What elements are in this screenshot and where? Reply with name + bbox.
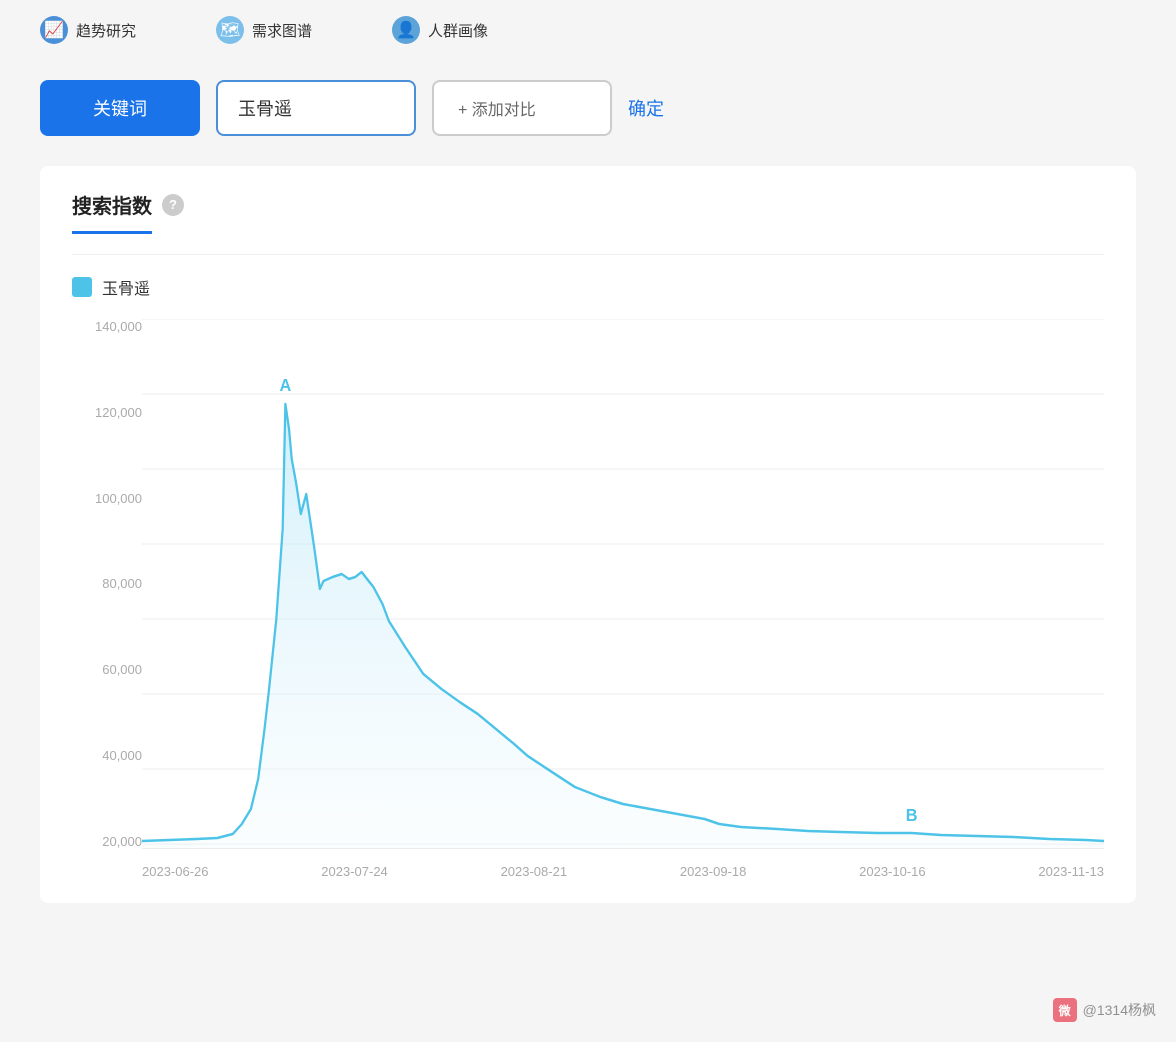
search-input-value: 玉骨遥 xyxy=(238,95,292,121)
x-label-3: 2023-09-18 xyxy=(680,864,747,879)
y-axis: 140,000 120,000 100,000 80,000 60,000 40… xyxy=(72,319,142,849)
demand-icon: 🗺 xyxy=(216,16,244,44)
x-label-1: 2023-07-24 xyxy=(321,864,388,879)
y-label-80k: 80,000 xyxy=(72,576,142,591)
y-label-120k: 120,000 xyxy=(72,405,142,420)
nav-label-trend: 趋势研究 xyxy=(76,20,136,41)
y-label-60k: 60,000 xyxy=(72,662,142,677)
chart-point-b: B xyxy=(906,804,918,825)
watermark: 微 @1314杨枫 xyxy=(1053,998,1156,1022)
top-nav: 📈 趋势研究 🗺 需求图谱 👤 人群画像 xyxy=(0,0,1176,60)
y-label-140k: 140,000 xyxy=(72,319,142,334)
section-title-text: 搜索指数 xyxy=(72,190,152,219)
nav-label-portrait: 人群画像 xyxy=(428,20,488,41)
chart-point-a: A xyxy=(279,374,291,395)
nav-item-trend[interactable]: 📈 趋势研究 xyxy=(40,16,136,44)
keyword-button[interactable]: 关键词 xyxy=(40,80,200,136)
chart-container: 140,000 120,000 100,000 80,000 60,000 40… xyxy=(72,319,1104,879)
confirm-button[interactable]: 确定 xyxy=(628,95,664,121)
legend-color-swatch xyxy=(72,277,92,297)
y-label-100k: 100,000 xyxy=(72,491,142,506)
title-underline xyxy=(72,231,152,234)
portrait-icon: 👤 xyxy=(392,16,420,44)
add-compare-label: + 添加对比 xyxy=(458,96,536,120)
nav-item-demand[interactable]: 🗺 需求图谱 xyxy=(216,16,312,44)
nav-item-portrait[interactable]: 👤 人群画像 xyxy=(392,16,488,44)
weibo-icon: 微 xyxy=(1053,998,1077,1022)
trend-icon: 📈 xyxy=(40,16,68,44)
help-icon[interactable]: ? xyxy=(162,194,184,216)
y-label-20k: 20,000 xyxy=(72,834,142,849)
chart-svg: A B xyxy=(142,319,1104,849)
nav-label-demand: 需求图谱 xyxy=(252,20,312,41)
add-compare-button[interactable]: + 添加对比 xyxy=(432,80,612,136)
x-axis: 2023-06-26 2023-07-24 2023-08-21 2023-09… xyxy=(142,864,1104,879)
chart-legend: 玉骨遥 xyxy=(72,275,1104,299)
main-card: 搜索指数 ? 玉骨遥 140,000 120,000 100,000 80,00… xyxy=(40,166,1136,903)
x-label-0: 2023-06-26 xyxy=(142,864,209,879)
section-divider xyxy=(72,254,1104,255)
x-label-2: 2023-08-21 xyxy=(501,864,568,879)
search-bar: 关键词 玉骨遥 + 添加对比 确定 xyxy=(0,60,1176,156)
section-title: 搜索指数 ? xyxy=(72,190,1104,219)
y-label-40k: 40,000 xyxy=(72,748,142,763)
x-label-5: 2023-11-13 xyxy=(1038,864,1104,879)
x-label-4: 2023-10-16 xyxy=(859,864,926,879)
legend-label: 玉骨遥 xyxy=(102,275,150,299)
search-input[interactable]: 玉骨遥 xyxy=(216,80,416,136)
watermark-text: @1314杨枫 xyxy=(1083,1000,1156,1020)
